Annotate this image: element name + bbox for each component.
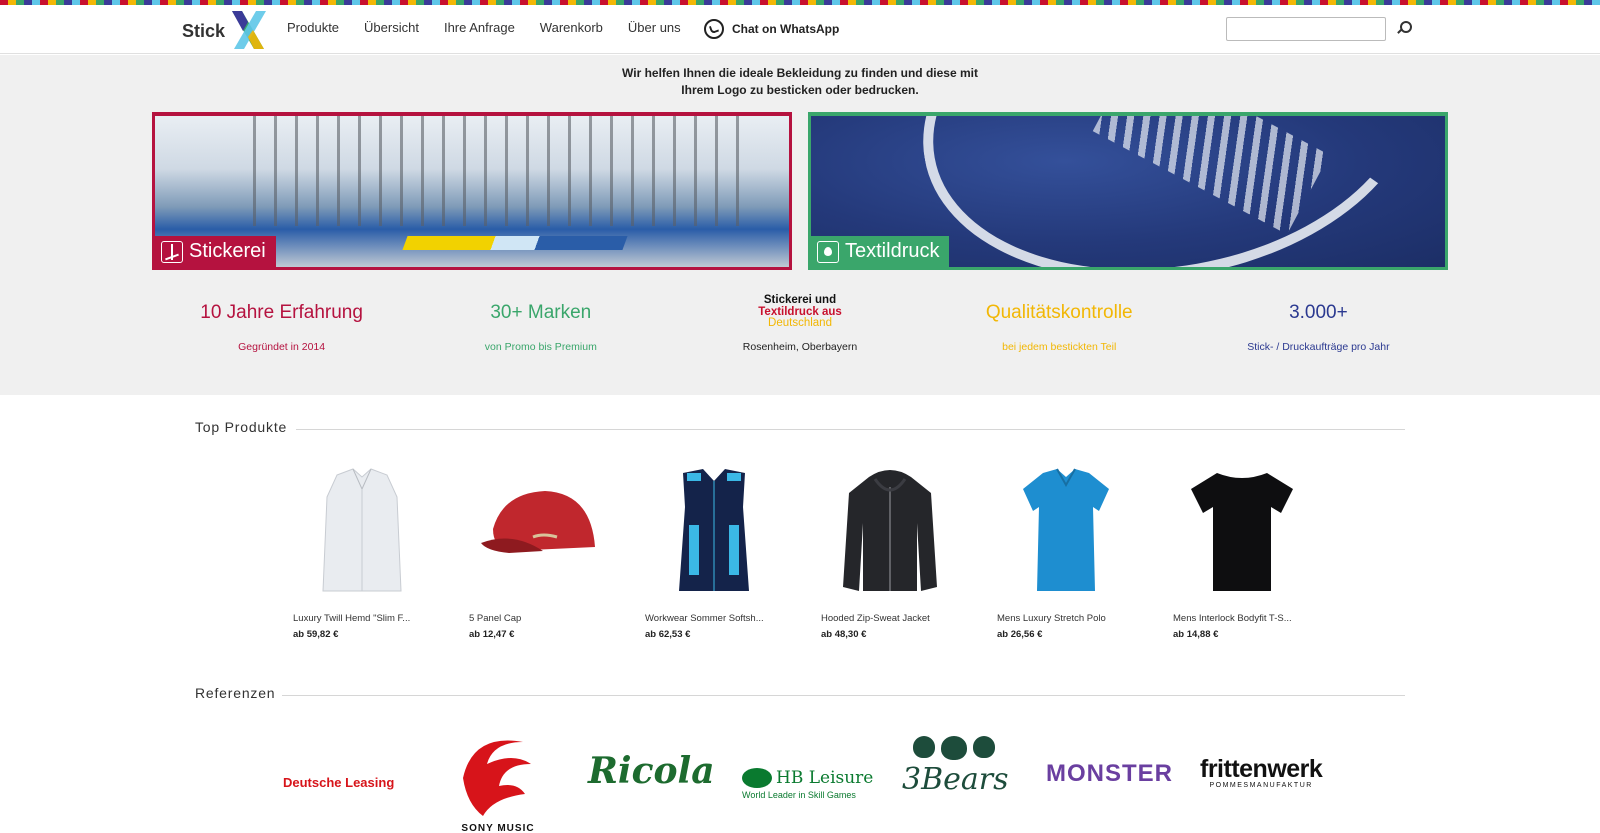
stat-sub: Stick- / Druckaufträge pro Jahr [1247, 341, 1390, 353]
stat-experience: 10 Jahre Erfahrung Gegründet in 2014 [152, 295, 411, 375]
needle-icon [161, 240, 183, 263]
product-price: ab 62,53 € [645, 629, 691, 640]
product-list: Luxury Twill Hemd "Slim F... ab 59,82 € … [293, 467, 1349, 640]
stickerei-text: Stickerei [189, 240, 266, 262]
stat-title: 10 Jahre Erfahrung [200, 302, 363, 323]
logo-text: frittenwerk [1200, 755, 1323, 783]
logo-text: Deutsche Leasing [283, 775, 395, 790]
deutsche-leasing-logo: Deutsche Leasing [283, 774, 394, 792]
polo-image [1001, 467, 1131, 595]
textildruck-label: Textildruck [811, 236, 950, 267]
nav-uebersicht[interactable]: Übersicht [364, 20, 419, 35]
product-card[interactable]: 5 Panel Cap ab 12,47 € [469, 467, 645, 640]
main-nav: Produkte Übersicht Ihre Anfrage Warenkor… [287, 20, 706, 35]
nav-warenkorb[interactable]: Warenkorb [540, 20, 603, 35]
logo-text: Ricola [588, 750, 715, 792]
logo-subtext: POMMESMANUFAKTUR [1209, 782, 1313, 789]
logo-text: Stick [182, 21, 226, 41]
site-header: Stick Produkte Übersicht Ihre Anfrage Wa… [0, 5, 1600, 54]
whatsapp-label: Chat on WhatsApp [732, 22, 840, 36]
whatsapp-icon [704, 19, 724, 39]
section-divider [296, 429, 1405, 430]
stat-title: 3.000+ [1289, 302, 1348, 323]
referenzen-heading: Referenzen [195, 685, 276, 701]
product-card[interactable]: Mens Interlock Bodyfit T-S... ab 14,88 € [1173, 467, 1349, 640]
nav-produkte[interactable]: Produkte [287, 20, 339, 35]
cap-image [473, 467, 603, 595]
vest-image [649, 467, 779, 595]
logo-text: MONSTER [1046, 760, 1173, 787]
stat-line: Stickerei und [763, 294, 837, 306]
product-price: ab 59,82 € [293, 629, 339, 640]
hb-leisure-logo: HB Leisure World Leader in Skill Games [742, 768, 873, 800]
hb-badge-icon [742, 768, 772, 788]
stat-sub: Gegründet in 2014 [238, 341, 326, 353]
hoodie-image [825, 467, 955, 595]
monster-logo: MONSTER [1046, 760, 1173, 788]
product-name: 5 Panel Cap [469, 613, 522, 624]
tagline-line-1: Wir helfen Ihnen die ideale Bekleidung z… [622, 66, 978, 80]
product-price: ab 12,47 € [469, 629, 515, 640]
shirt-image [297, 467, 427, 595]
stickerei-card[interactable]: Stickerei [152, 112, 792, 270]
product-name: Luxury Twill Hemd "Slim F... [293, 613, 411, 624]
logo-text: HB Leisure [776, 768, 874, 788]
bear-heads-icon [902, 736, 1006, 760]
stats-row: 10 Jahre Erfahrung Gegründet in 2014 30+… [152, 294, 1448, 375]
product-card[interactable]: Hooded Zip-Sweat Jacket ab 48,30 € [821, 467, 997, 640]
textildruck-card[interactable]: Textildruck [808, 112, 1448, 270]
stat-line: Deutschland [768, 317, 832, 329]
stat-title: Qualitätskontrolle [985, 302, 1133, 323]
ink-drop-icon [817, 240, 839, 263]
stat-sub: bei jedem bestickten Teil [1002, 341, 1117, 353]
stat-quality: Qualitätskontrolle bei jedem bestickten … [930, 295, 1189, 375]
logo-text: SONY MUSIC [461, 823, 535, 833]
hero-section: Wir helfen Ihnen die ideale Bekleidung z… [0, 55, 1600, 395]
search-input[interactable] [1226, 17, 1386, 41]
three-bears-logo: 3Bears [902, 736, 1009, 800]
logo-subtext: World Leader in Skill Games [742, 790, 856, 800]
product-price: ab 14,88 € [1173, 629, 1219, 640]
stat-orders: 3.000+ Stick- / Druckaufträge pro Jahr [1189, 295, 1448, 375]
logo-x-icon [232, 11, 266, 49]
ricola-logo: Ricola [588, 750, 715, 792]
top-produkte-heading: Top Produkte [195, 419, 288, 435]
sony-music-logo: SONY MUSIC [448, 738, 548, 833]
whatsapp-chat-link[interactable]: Chat on WhatsApp [704, 19, 839, 39]
textildruck-text: Textildruck [845, 240, 940, 262]
tshirt-image [1177, 467, 1307, 595]
product-card[interactable]: Luxury Twill Hemd "Slim F... ab 59,82 € [293, 467, 469, 640]
stat-title: 30+ Marken [490, 302, 592, 323]
product-price: ab 48,30 € [821, 629, 867, 640]
hero-tagline: Wir helfen Ihnen die ideale Bekleidung z… [600, 65, 1000, 99]
sony-music-swoosh-icon [463, 740, 531, 816]
stat-brands: 30+ Marken von Promo bis Premium [411, 295, 670, 375]
product-name: Mens Interlock Bodyfit T-S... [1173, 613, 1292, 624]
product-name: Mens Luxury Stretch Polo [997, 613, 1106, 624]
nav-ueber-uns[interactable]: Über uns [628, 20, 681, 35]
nav-ihre-anfrage[interactable]: Ihre Anfrage [444, 20, 515, 35]
stickx-logo[interactable]: Stick [182, 9, 272, 51]
search-icon[interactable] [1394, 19, 1412, 37]
product-card[interactable]: Workwear Sommer Softsh... ab 62,53 € [645, 467, 821, 640]
product-price: ab 26,56 € [997, 629, 1043, 640]
stickerei-label: Stickerei [155, 236, 276, 267]
stat-sub: Rosenheim, Oberbayern [742, 340, 858, 353]
frittenwerk-logo: frittenwerk POMMESMANUFAKTUR [1200, 755, 1323, 789]
product-name: Hooded Zip-Sweat Jacket [821, 613, 930, 624]
logo-text: 3Bears [902, 762, 1009, 797]
tagline-line-2: Ihrem Logo zu besticken oder bedrucken. [681, 83, 919, 97]
product-card[interactable]: Mens Luxury Stretch Polo ab 26,56 € [997, 467, 1173, 640]
stat-sub: von Promo bis Premium [484, 341, 597, 353]
product-name: Workwear Sommer Softsh... [645, 613, 764, 624]
reference-logos: Deutsche Leasing SONY MUSIC Ricola HB Le… [270, 730, 1330, 833]
section-divider [282, 695, 1405, 696]
stat-made-in-germany: Stickerei und Textildruck aus Deutschlan… [670, 294, 929, 375]
